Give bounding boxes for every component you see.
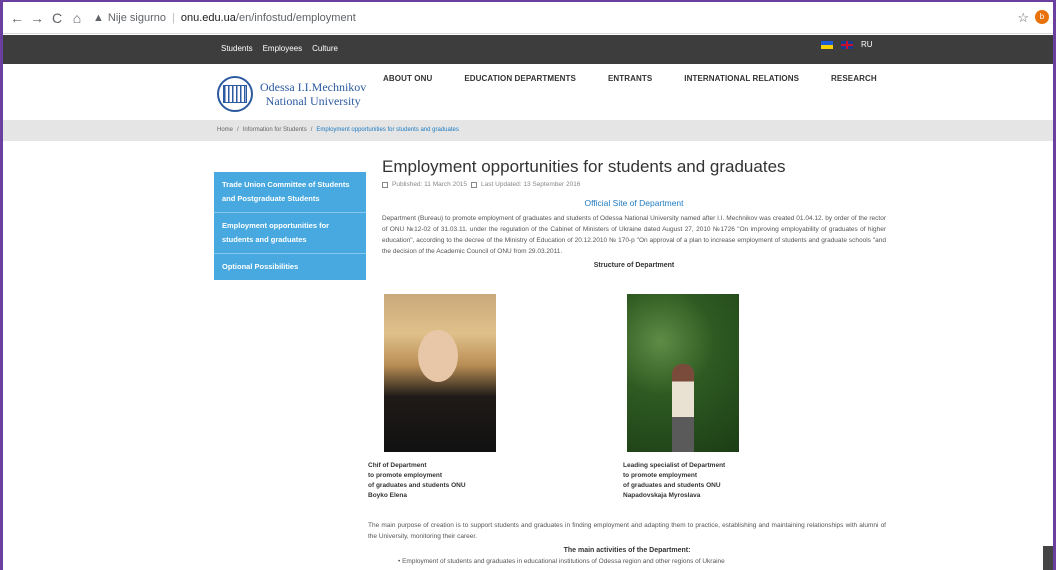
browser-toolbar: ← → C ⌂ ▲ Nije sigurno | onu.edu.ua /en/… <box>3 2 1053 34</box>
person2-line: of graduates and students ONU <box>623 482 721 489</box>
url-path: /en/infostud/employment <box>235 11 356 24</box>
sidebar-menu: Trade Union Committee of Students and Po… <box>214 172 366 280</box>
ukraine-flag-icon[interactable] <box>821 40 833 49</box>
article-content: Employment opportunities for students an… <box>382 157 886 269</box>
breadcrumb-separator: / <box>237 127 239 133</box>
photo-napadovskaja-myroslava <box>627 294 739 452</box>
url-domain: onu.edu.ua <box>180 11 236 24</box>
university-logo[interactable]: Odessa I.I.Mechnikov National University <box>217 76 366 112</box>
breadcrumb-info-students[interactable]: Information for Students <box>243 127 307 133</box>
person1-caption: Chif of Department to promote employment… <box>368 461 466 501</box>
nav-education-departments[interactable]: EDUCATION DEPARTMENTS <box>464 74 576 83</box>
person2-line: to promote employment <box>623 472 698 479</box>
breadcrumb-home[interactable]: Home <box>217 127 233 133</box>
utility-links: Students Employees Culture <box>221 44 338 53</box>
reload-icon[interactable]: C <box>47 10 67 26</box>
link-employees[interactable]: Employees <box>263 44 303 53</box>
forward-icon[interactable]: → <box>27 10 47 26</box>
person2-line: Leading specialist of Department <box>623 462 726 469</box>
home-icon[interactable]: ⌂ <box>67 10 87 26</box>
person1-line: to promote employment <box>368 472 443 479</box>
breadcrumb-separator: / <box>310 127 313 133</box>
uk-flag-icon[interactable] <box>841 40 853 49</box>
sidebar-item-optional[interactable]: Optional Possibilities <box>214 254 366 280</box>
breadcrumb: Home / Information for Students / Employ… <box>3 120 1053 141</box>
nav-entrants[interactable]: ENTRANTS <box>608 74 652 83</box>
link-culture[interactable]: Culture <box>312 44 338 53</box>
breadcrumb-current[interactable]: Employment opportunities for students an… <box>316 127 458 133</box>
bookmark-star-icon[interactable]: ☆ <box>1017 10 1029 26</box>
purpose-paragraph: The main purpose of creation is to suppo… <box>368 522 886 540</box>
top-utility-bar: Students Employees Culture RU <box>3 35 1053 64</box>
site-header: Odessa I.I.Mechnikov National University… <box>3 64 1053 120</box>
person1-line: of graduates and students ONU <box>368 482 466 489</box>
insecure-label: Nije sigurno <box>107 11 166 24</box>
article-meta: Published: 11 March 2015 Last Updated: 1… <box>382 181 886 188</box>
sidebar-item-trade-union[interactable]: Trade Union Committee of Students and Po… <box>214 172 366 213</box>
person2-caption: Leading specialist of Department to prom… <box>623 461 725 501</box>
logo-line-1: Odessa I.I.Mechnikov <box>260 80 367 94</box>
updated-date: Last Updated: 13 September 2016 <box>481 181 581 188</box>
photo-boyko-elena <box>384 294 496 452</box>
logo-line-2: National University <box>265 94 361 108</box>
nav-research[interactable]: RESEARCH <box>831 74 877 83</box>
intro-paragraph: Department (Bureau) to promote employmen… <box>382 215 886 255</box>
calendar-icon <box>471 181 478 188</box>
official-site-link[interactable]: Official Site of Department <box>382 198 886 208</box>
address-bar[interactable]: ▲ Nije sigurno | onu.edu.ua /en/infostud… <box>93 12 356 24</box>
person2-name: Napadovskaja Myroslava <box>623 492 701 499</box>
scroll-to-top-button[interactable] <box>1043 546 1053 570</box>
article-purpose-section: The main purpose of creation is to suppo… <box>368 515 886 565</box>
nav-about-onu[interactable]: ABOUT ONU <box>383 74 432 83</box>
profile-avatar[interactable]: b <box>1035 10 1049 24</box>
calendar-icon <box>382 181 388 188</box>
sidebar-item-employment[interactable]: Employment opportunities for students an… <box>214 213 366 254</box>
person1-line: Chif of Department <box>368 462 427 469</box>
structure-heading: Structure of Department <box>593 262 675 269</box>
activity-text: Employment of students and graduates in … <box>402 558 725 565</box>
lang-ru[interactable]: RU <box>861 40 873 49</box>
warning-icon: ▲ <box>93 11 104 24</box>
university-emblem-icon <box>217 76 253 112</box>
page-title: Employment opportunities for students an… <box>382 157 786 176</box>
person1-name: Boyko Elena <box>368 492 408 499</box>
main-navigation: ABOUT ONU EDUCATION DEPARTMENTS ENTRANTS… <box>383 74 909 83</box>
nav-international-relations[interactable]: INTERNATIONAL RELATIONS <box>684 74 799 83</box>
activities-heading: The main activities of the Department: <box>563 547 691 554</box>
published-date: Published: 11 March 2015 <box>392 181 468 188</box>
logo-text: Odessa I.I.Mechnikov National University <box>260 80 366 108</box>
link-students[interactable]: Students <box>221 44 253 53</box>
language-switcher: RU <box>821 40 873 49</box>
list-item: • Employment of students and graduates i… <box>398 558 725 565</box>
back-icon[interactable]: ← <box>7 10 27 26</box>
url-separator: | <box>171 11 175 24</box>
